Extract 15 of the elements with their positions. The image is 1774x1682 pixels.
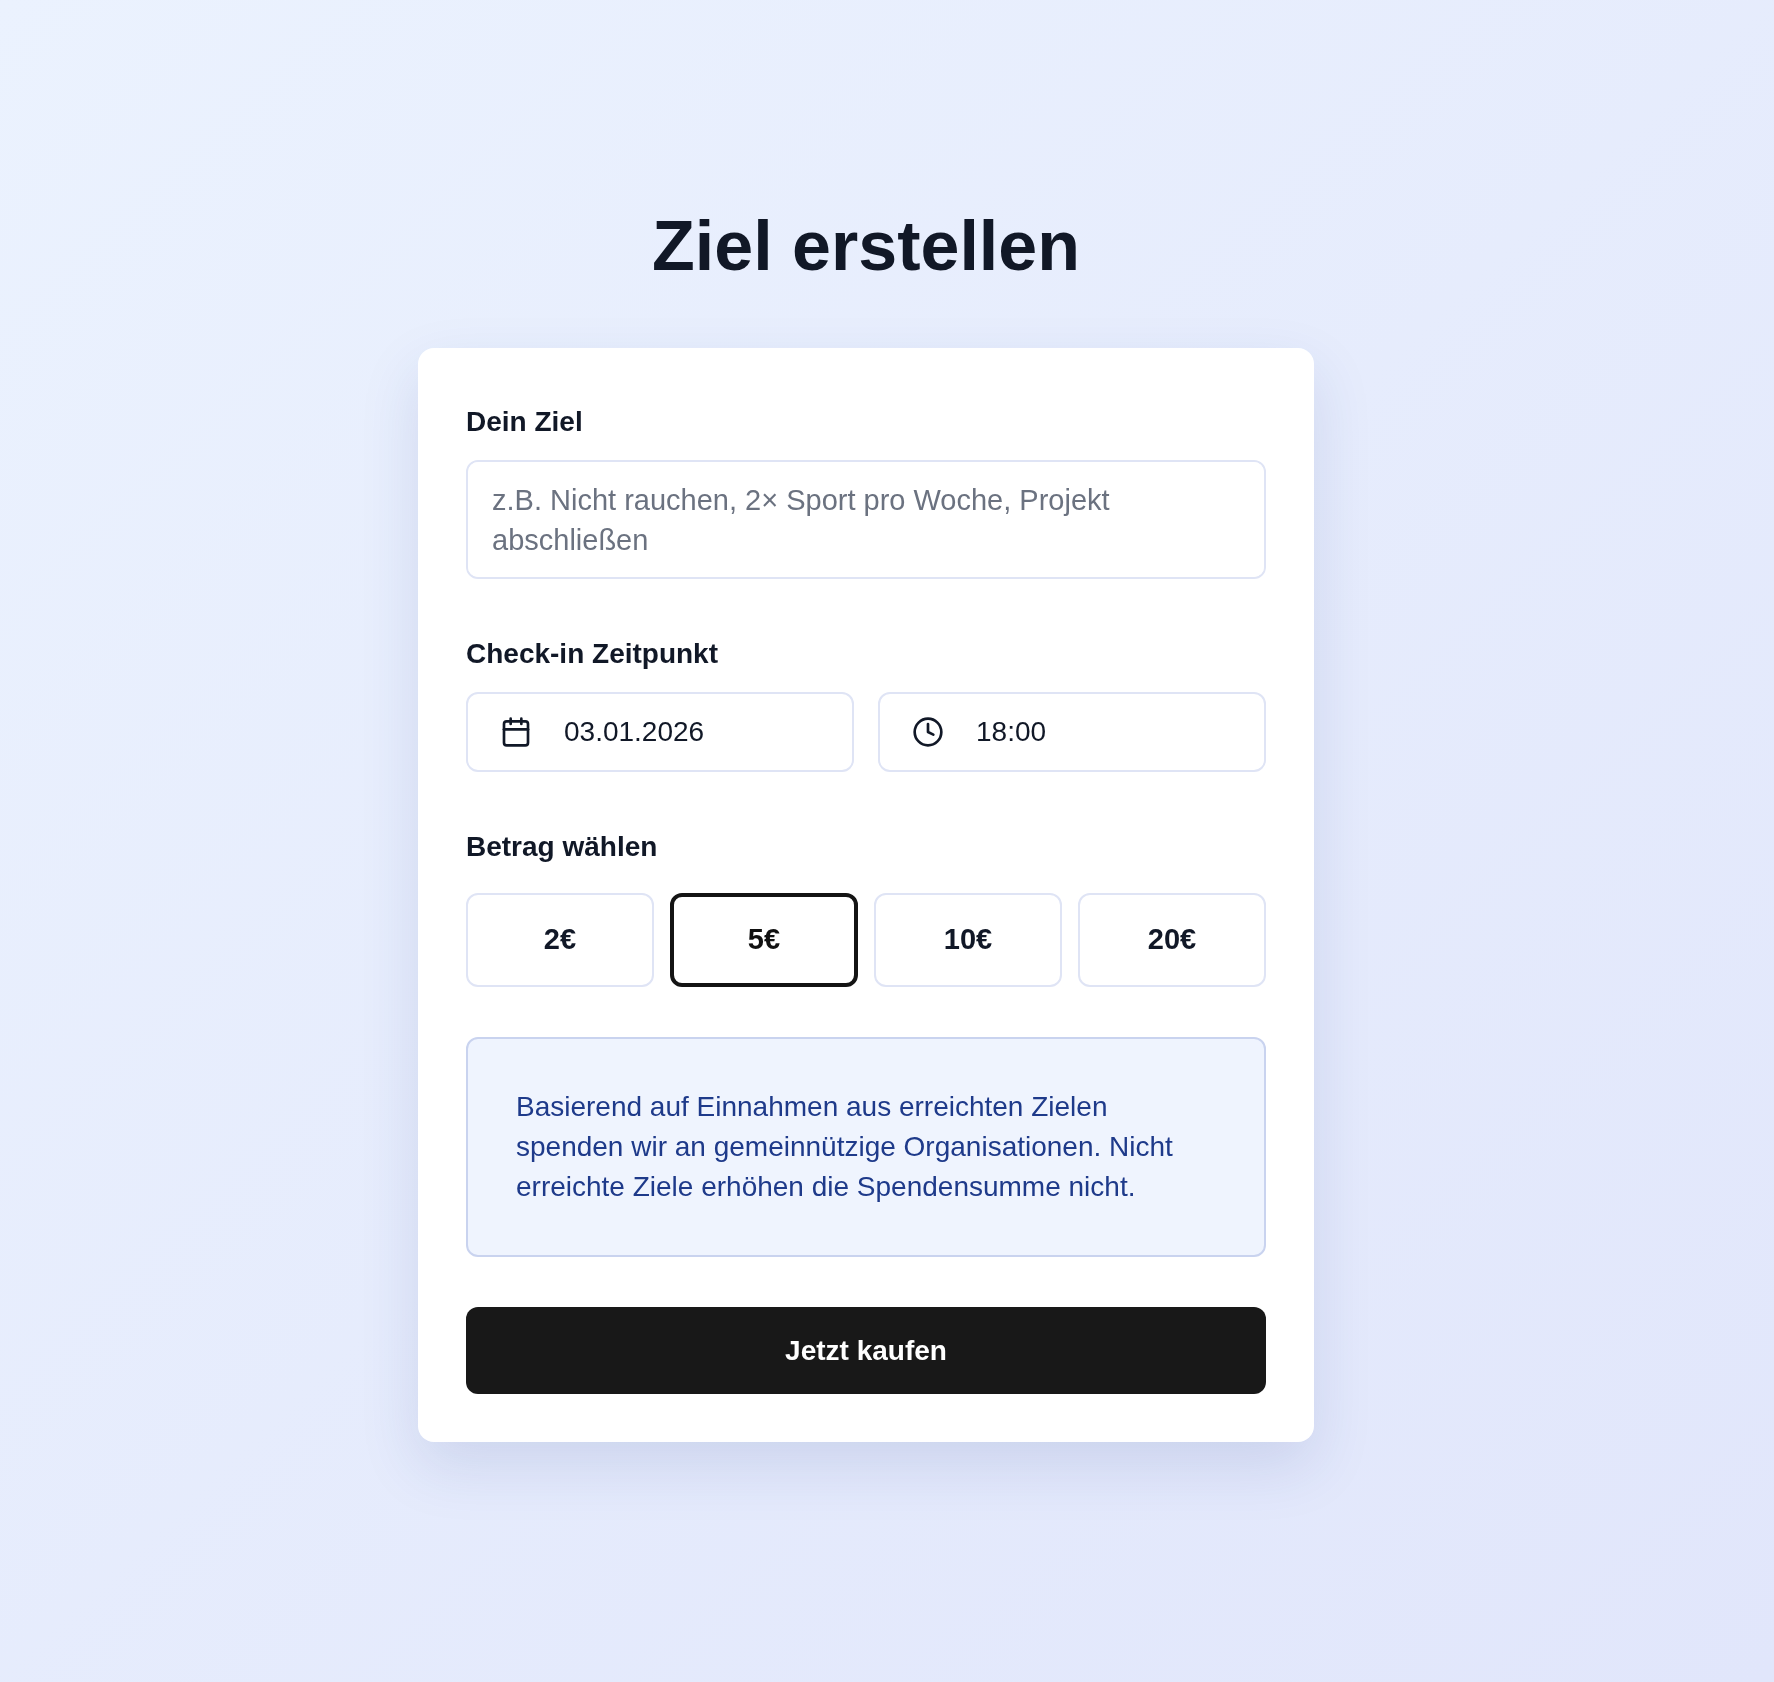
time-field[interactable]: 18:00 <box>878 692 1266 772</box>
field-label: Check-in Zeitpunkt <box>466 637 718 671</box>
info-text: Basierend auf Einnahmen aus erreichten Zielen spenden wir an gemeinnützige Organisationen. Nicht erreichte Ziele erhöhen die Spendensumme nicht. <box>516 1090 1174 1204</box>
amount-option[interactable]: 10€ <box>874 893 1062 987</box>
amount-option[interactable]: 20€ <box>1078 893 1266 987</box>
field-label: Betrag wählen <box>466 830 658 864</box>
goal-input-field[interactable]: z.B. Nicht rauchen, 2× Sport pro Woche, Projekt abschließen <box>466 460 1266 579</box>
amount-option[interactable]: 2€ <box>466 893 654 987</box>
field-label: Dein Ziel <box>466 405 583 439</box>
amount-option[interactable]: 5€ <box>670 893 858 987</box>
buy-button[interactable]: Jetzt kaufen <box>466 1307 1266 1394</box>
clock-icon <box>912 716 944 748</box>
page-title: Ziel erstellen <box>652 207 1080 285</box>
calendar-icon <box>500 716 532 748</box>
date-field[interactable]: 03.01.2026 <box>466 692 854 772</box>
